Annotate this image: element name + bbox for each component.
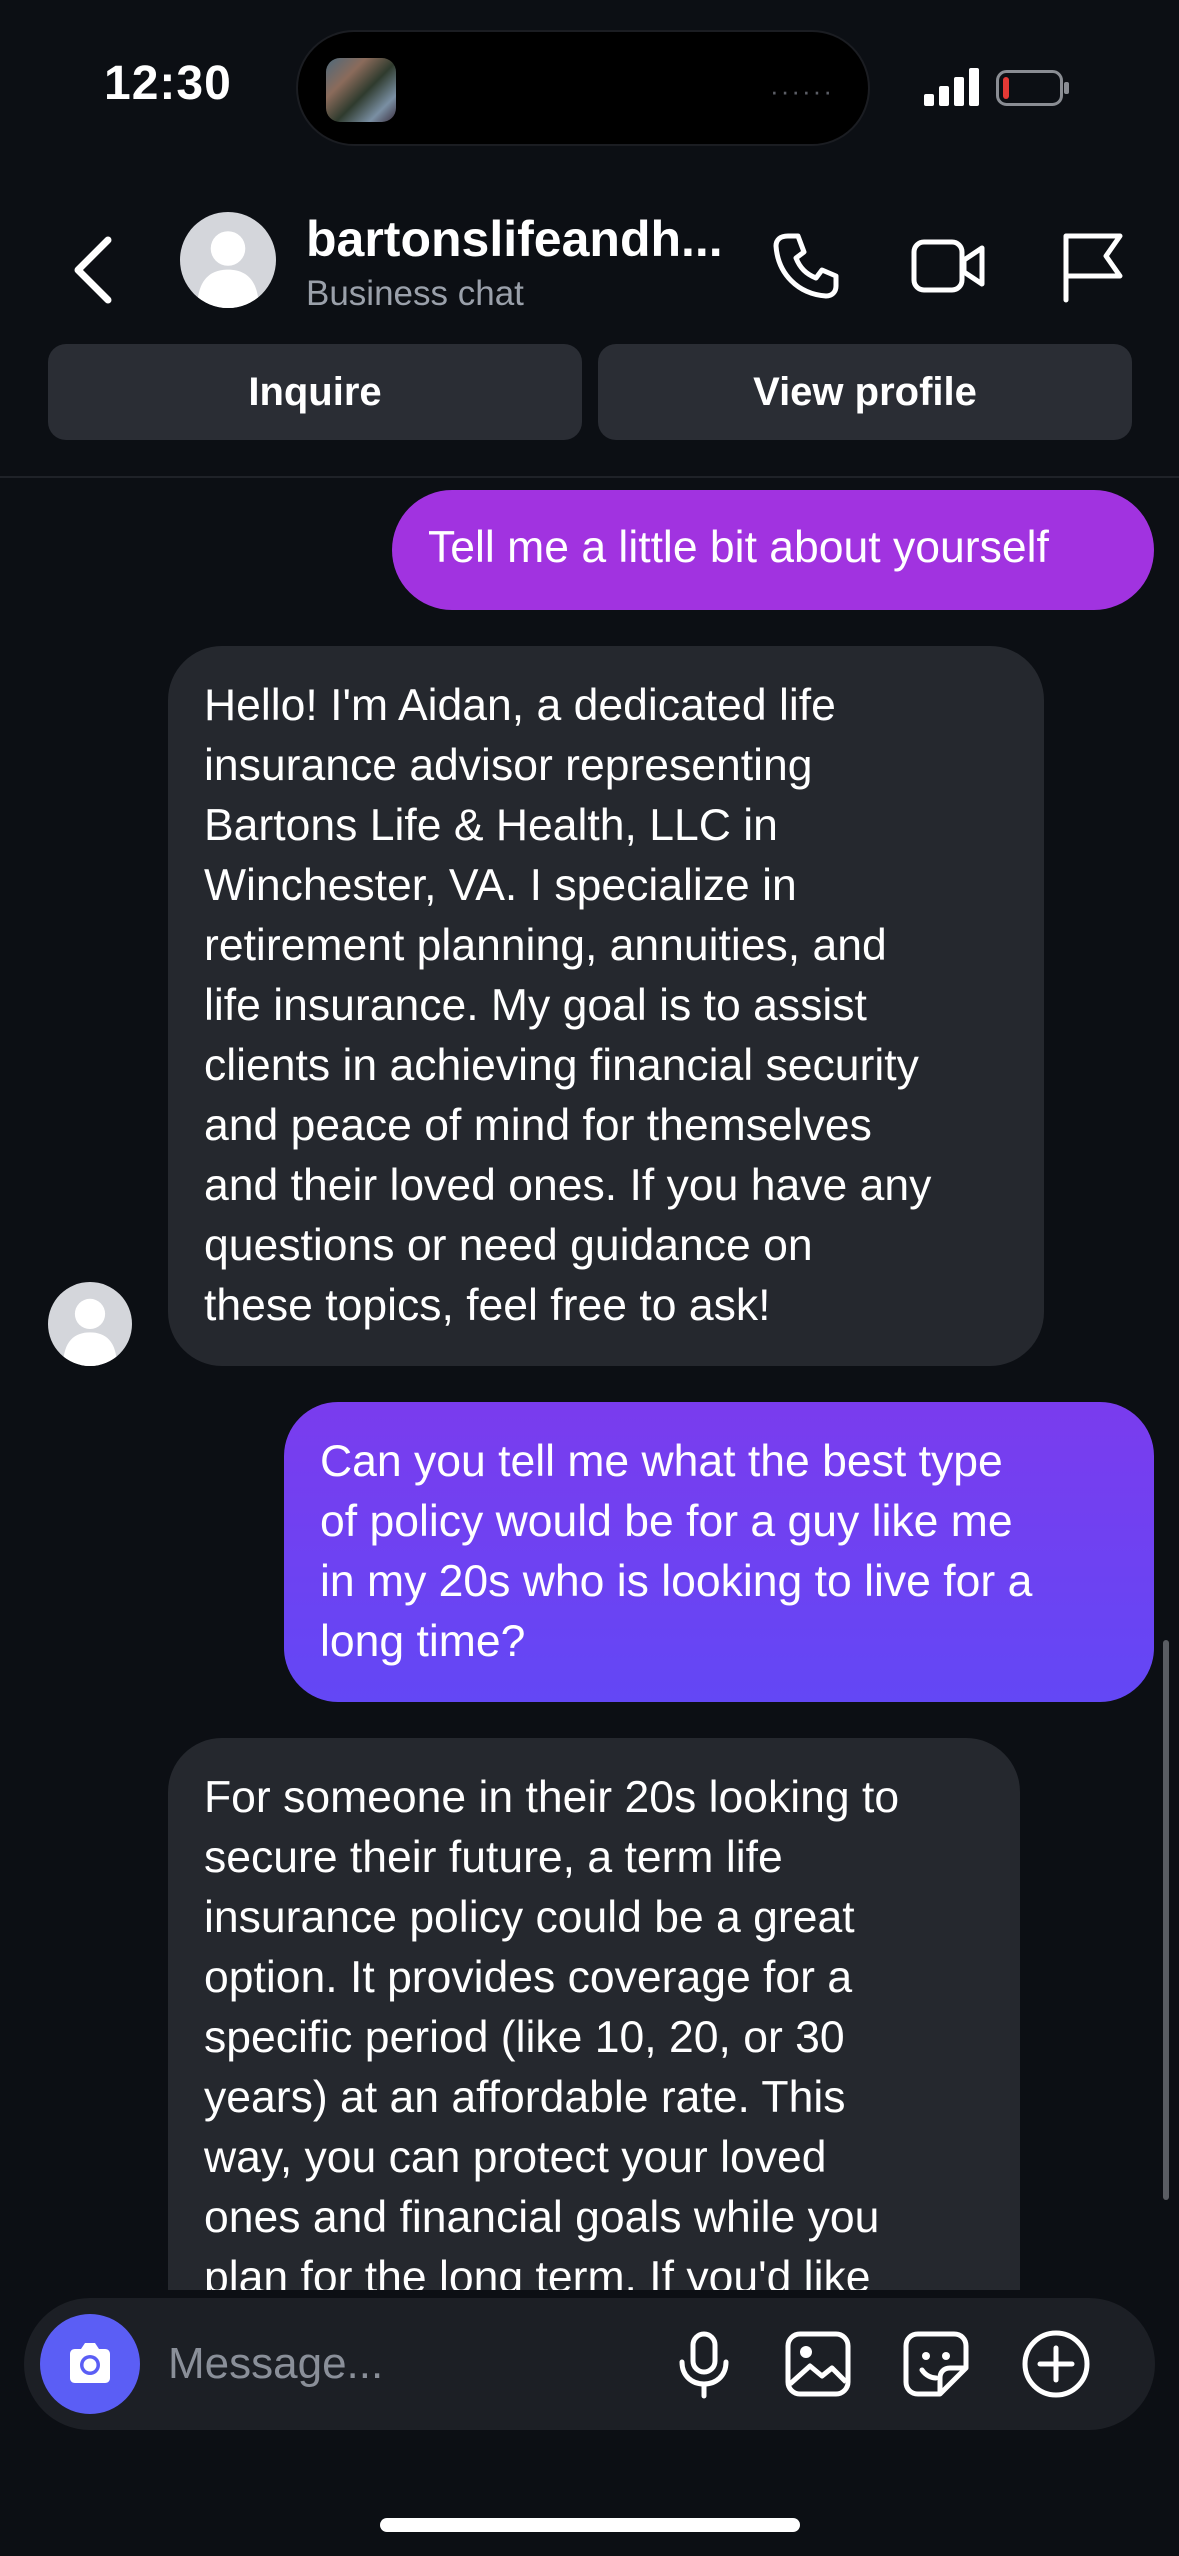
chat-title[interactable]: bartonslifeandh... [306,210,723,268]
message-line: Bartons Life & Health, LLC in [204,801,778,850]
message-line: option. It provides coverage for a [204,1953,853,2002]
camera-button[interactable] [40,2314,140,2414]
status-time: 12:30 [104,57,232,110]
avatar[interactable] [180,212,276,308]
message-input[interactable] [168,2334,648,2394]
message-line: clients in achieving financial security [204,1041,919,1090]
message-line: way, you can protect your loved [204,2133,827,2182]
message-line: specific period (like 10, 20, or 30 [204,2013,845,2062]
message-line: life insurance. My goal is to assist [204,981,867,1030]
dynamic-island[interactable]: ······ [296,30,870,146]
message-line: ones and financial goals while you [204,2193,880,2242]
island-dots-icon: ······ [770,76,834,106]
message-line: long time? [320,1617,526,1666]
message-line: For someone in their 20s looking to [204,1773,900,1822]
phone-icon[interactable] [766,226,846,306]
message-line: and peace of mind for themselves [204,1101,872,1150]
chat-subtitle: Business chat [306,274,524,313]
message-line: Hello! I'm Aidan, a dedicated life [204,681,836,730]
view-profile-button[interactable]: View profile [598,344,1132,440]
message-line: Winchester, VA. I specialize in [204,861,797,910]
microphone-icon[interactable] [668,2328,740,2400]
header-divider [0,476,1179,478]
message-bubble-outgoing[interactable]: Can you tell me what the best type of po… [284,1402,1154,1702]
person-placeholder-icon [197,231,259,308]
message-line: insurance policy could be a great [204,1893,855,1942]
message-line: and their loved ones. If you have any [204,1161,932,1210]
message-line: retirement planning, annuities, and [204,921,887,970]
message-line: secure their future, a term life [204,1833,783,1882]
sender-avatar[interactable] [48,1282,132,1366]
chat-header: bartonslifeandh... Business chat [0,190,1179,330]
plus-icon[interactable] [1020,2328,1092,2400]
message-line: of policy would be for a guy like me [320,1497,1013,1546]
home-indicator[interactable] [380,2518,800,2532]
inquire-button[interactable]: Inquire [48,344,582,440]
sticker-icon[interactable] [900,2328,972,2400]
message-bubble-incoming[interactable]: Hello! I'm Aidan, a dedicated life insur… [168,646,1044,1366]
gallery-icon[interactable] [782,2328,854,2400]
message-line: Can you tell me what the best type [320,1437,1003,1486]
message-line: questions or need guidance on [204,1221,813,1270]
message-line: years) at an affordable rate. This [204,2073,846,2122]
message-line: insurance advisor representing [204,741,813,790]
scrollbar[interactable] [1163,1640,1169,2200]
person-placeholder-icon [63,1298,117,1366]
signal-icon [924,68,979,106]
video-camera-icon[interactable] [908,226,988,306]
status-bar: 12:30 ······ [0,0,1179,170]
back-icon[interactable] [64,230,124,310]
message-line: Tell me a little bit about yourself [428,523,1049,572]
camera-icon [70,2343,110,2383]
message-bubble-outgoing[interactable]: Tell me a little bit about yourself [392,490,1154,610]
battery-icon [996,70,1069,106]
message-bubble-incoming[interactable]: For someone in their 20s looking to secu… [168,1738,1020,2338]
message-line: in my 20s who is looking to live for a [320,1557,1033,1606]
message-composer [24,2298,1155,2430]
media-thumbnail [326,58,396,122]
flag-icon[interactable] [1054,226,1134,306]
message-line: these topics, feel free to ask! [204,1281,771,1330]
